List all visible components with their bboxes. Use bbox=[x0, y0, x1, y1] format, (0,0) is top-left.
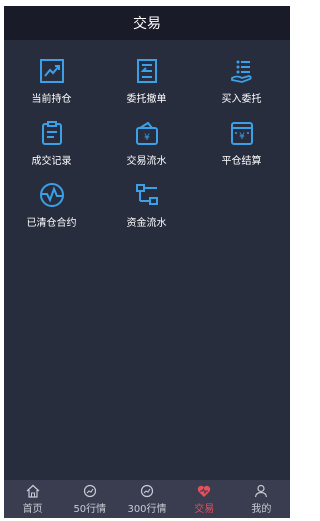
menu-item-fund-flow[interactable]: 资金流水 bbox=[99, 182, 194, 234]
buy-order-icon bbox=[230, 60, 252, 83]
menu-item-trade-records[interactable]: 成交记录 bbox=[4, 120, 99, 172]
menu-item-label: 当前持仓 bbox=[31, 94, 72, 105]
trend-chart-icon bbox=[39, 59, 64, 83]
cleared-contract-icon bbox=[39, 183, 64, 207]
market-300-icon bbox=[140, 484, 154, 497]
tab-label: 首页 bbox=[22, 503, 43, 515]
app-screen: 交易 当前持仓 委托撤单 买入委托 成交记录 ¥ 交易流水 ¥ 平仓结算 已清仓… bbox=[4, 6, 290, 518]
menu-item-close-settlement[interactable]: ¥ 平仓结算 bbox=[194, 120, 289, 172]
trade-icon bbox=[197, 485, 211, 497]
menu-item-label: 买入委托 bbox=[221, 94, 262, 105]
tab-home[interactable]: 首页 bbox=[4, 480, 61, 518]
menu-item-buy-order[interactable]: 买入委托 bbox=[194, 58, 289, 110]
page-title: 交易 bbox=[133, 16, 161, 32]
home-icon bbox=[26, 484, 39, 498]
menu-item-label: 已清仓合约 bbox=[26, 218, 77, 229]
settlement-icon: ¥ bbox=[230, 122, 253, 145]
menu-item-label: 平仓结算 bbox=[221, 156, 262, 167]
tab-label: 300行情 bbox=[127, 503, 167, 515]
fund-flow-icon bbox=[135, 184, 158, 205]
page-header: 交易 bbox=[4, 6, 290, 40]
menu-item-label: 成交记录 bbox=[31, 156, 72, 167]
tab-market-300[interactable]: 300行情 bbox=[118, 480, 175, 518]
menu-item-cancel-order[interactable]: 委托撤单 bbox=[99, 58, 194, 110]
user-icon bbox=[255, 484, 268, 497]
tab-mine[interactable]: 我的 bbox=[233, 480, 290, 518]
svg-text:¥: ¥ bbox=[144, 133, 150, 143]
tab-label: 我的 bbox=[251, 503, 272, 515]
menu-item-trade-flow[interactable]: ¥ 交易流水 bbox=[99, 120, 194, 172]
clipboard-icon bbox=[41, 121, 62, 145]
market-50-icon bbox=[83, 484, 96, 497]
wallet-icon: ¥ bbox=[135, 121, 158, 145]
tab-trade[interactable]: 交易 bbox=[176, 480, 233, 518]
tab-label: 50行情 bbox=[73, 503, 107, 515]
cancel-order-icon bbox=[136, 59, 157, 83]
menu-item-label: 交易流水 bbox=[126, 156, 167, 167]
menu-item-label: 资金流水 bbox=[126, 218, 167, 229]
bottom-tab-bar: 首页 50行情 300行情 交易 我的 bbox=[4, 479, 290, 518]
menu-item-current-positions[interactable]: 当前持仓 bbox=[4, 58, 99, 110]
menu-item-label: 委托撤单 bbox=[126, 94, 167, 105]
svg-text:¥: ¥ bbox=[239, 132, 245, 142]
tab-label: 交易 bbox=[194, 503, 215, 515]
tab-market-50[interactable]: 50行情 bbox=[61, 480, 118, 518]
menu-item-cleared-contracts[interactable]: 已清仓合约 bbox=[4, 182, 99, 234]
